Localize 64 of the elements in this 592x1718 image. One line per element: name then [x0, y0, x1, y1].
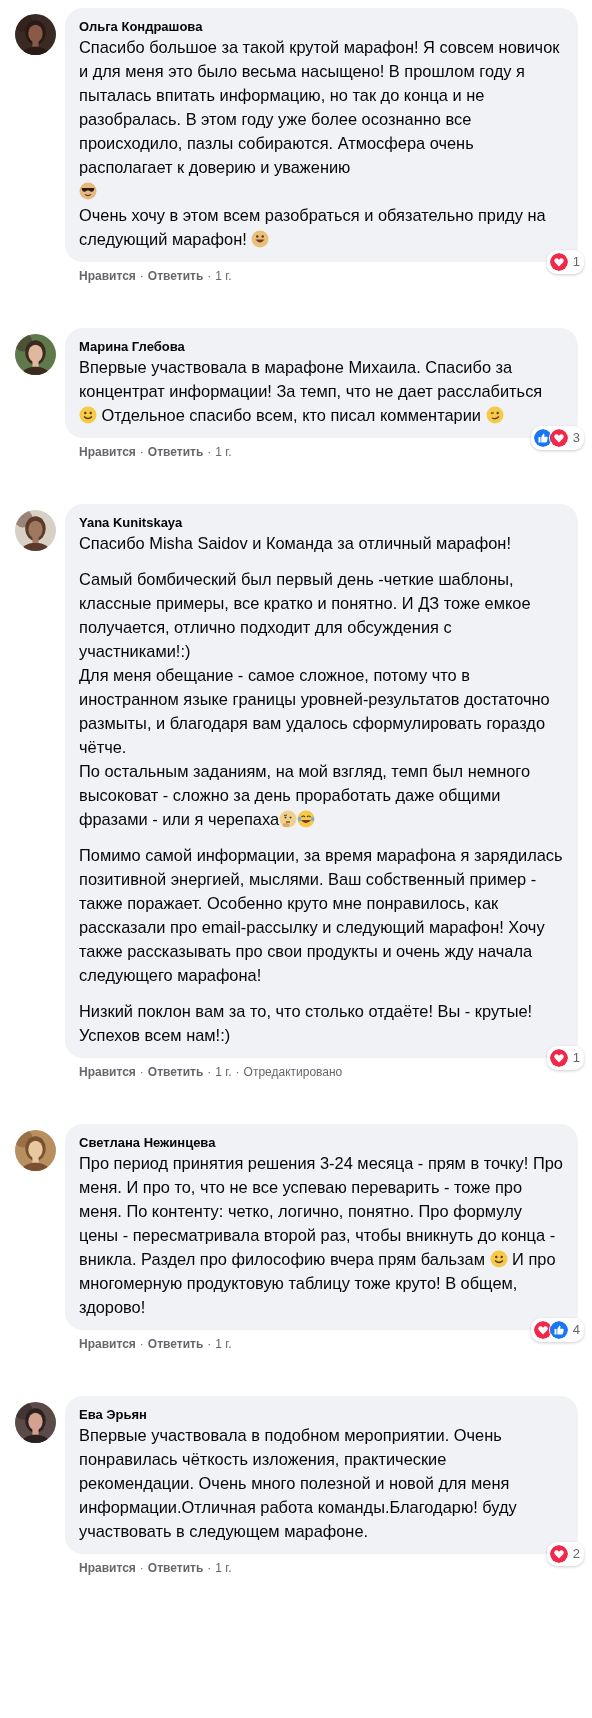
reaction-badge[interactable]: 1 [546, 1046, 584, 1070]
heart-icon [548, 1544, 569, 1564]
separator-dot: · [207, 1336, 212, 1352]
comment-text: Впервые участвовала в марафоне Михаила. Спасибо за концентрат информации! За темп, что не дает расслабиться Отдельное спасибо всем, кто писал комментарии [79, 357, 544, 426]
reply-link[interactable]: Ответить [147, 444, 204, 460]
reaction-count: 1 [572, 1049, 580, 1067]
timestamp: 1 г. [215, 1560, 232, 1576]
reaction-badge[interactable]: 1 [546, 250, 584, 274]
like-link[interactable]: Нравится [79, 1560, 136, 1576]
comment-text: Низкий поклон вам за то, что столько отдаёте! Вы - крутые! Успехов всем нам!:) [79, 1001, 534, 1046]
reply-link[interactable]: Ответить [147, 1336, 204, 1352]
separator-dot: · [235, 1064, 240, 1080]
reaction-count: 1 [572, 253, 580, 271]
reaction-badge[interactable]: 2 [546, 1542, 584, 1566]
smiley-icon [489, 1250, 508, 1268]
like-link[interactable]: Нравится [79, 1336, 136, 1352]
smiley-icon [79, 406, 97, 424]
reaction-badge[interactable]: 3 [530, 426, 584, 450]
timestamp: 1 г. [215, 1064, 232, 1080]
separator-dot: · [139, 1336, 144, 1352]
comment-text: Впервые участвовала в подобном мероприятии. Очень понравилась чёткость изложения, практические рекомендации. Очень много полезной и новой для меня информации.Отличная работа команды.Благодарю! буду участвовать в следующем марафоне. [79, 1425, 518, 1542]
separator-dot: · [139, 444, 144, 460]
reaction-count: 3 [572, 429, 580, 447]
sunglasses-icon [79, 182, 97, 200]
like-link[interactable]: Нравится [79, 1064, 136, 1080]
separator-dot: · [139, 268, 144, 284]
reaction-count: 2 [572, 1545, 580, 1563]
author-name[interactable]: Ольга Кондрашова [79, 18, 203, 35]
heart-icon [548, 1048, 569, 1068]
separator-dot: · [139, 1064, 144, 1080]
reaction-badge[interactable]: 4 [530, 1318, 584, 1342]
grinning-icon [251, 230, 270, 248]
comment-text: Спасибо Misha Saidov и Команда за отличный марафон! [79, 533, 512, 554]
like-link[interactable]: Нравится [79, 268, 136, 284]
author-name[interactable]: Марина Глебова [79, 338, 185, 355]
edited-label: Отредактировано [243, 1064, 343, 1080]
author-name[interactable]: Ева Эрьян [79, 1406, 147, 1423]
timestamp: 1 г. [215, 1336, 232, 1352]
reply-link[interactable]: Ответить [147, 268, 204, 284]
author-name[interactable]: Yana Kunitskaya [79, 514, 183, 531]
comment-text: Про период принятия решения 3-24 месяца - прям в точку! Про меня. И про то, что не все успеваю переварить - тоже про меня. По контенту: четко, логично, понятно. Про формулу цены - пересматривала второй раз, чтобы вникнуть до конца - вникла. Раздел про философию вчера прям бальзам И про многомерную продуктовую таблицу тоже круто! В общем, здорово! [79, 1153, 564, 1318]
thinking-icon [279, 810, 298, 828]
separator-dot: · [207, 444, 212, 460]
comment-text: Помимо самой информации, за время марафона я зарядилась позитивной энергией, мыслями. Ваш собственный пример - также поражает. Особенно круто мне понравилось, как рассказали про email-рассылку и следующий марафон! Хочу также рассказывать про свои продукты и очень жду начала следующего марафона! [79, 845, 564, 986]
heart-icon [532, 1320, 553, 1340]
heart-icon [548, 428, 569, 448]
heart-icon [548, 252, 569, 272]
reply-link[interactable]: Ответить [147, 1064, 204, 1080]
reply-link[interactable]: Ответить [147, 1560, 204, 1576]
thumbs-up-icon [548, 1320, 569, 1340]
author-name[interactable]: Светлана Нежинцева [79, 1134, 216, 1151]
comment-text: Спасибо большое за такой крутой марафон! Я совсем новичок и для меня это было весьма насыщено! В прошлом году я пыталась впитать информацию, но так до конца и не разобралась. В этом году уже более осознанно все происходило, пазлы собираются. Атмосфера очень располагает к доверию и уважению Очень хочу в этом всем разобраться и обязательно приду на следующий марафон! [79, 37, 561, 250]
timestamp: 1 г. [215, 268, 232, 284]
separator-dot: · [139, 1560, 144, 1576]
laughing-icon [297, 810, 316, 828]
timestamp: 1 г. [215, 444, 232, 460]
thumbs-up-icon [532, 428, 553, 448]
comment-text: Самый бомбический был первый день -четкие шаблоны, классные примеры, все кратко и понятно. И ДЗ тоже емкое получается, отлично подходит для обсуждения с участниками!:) Для меня обещание - самое сложное, потому что в иностранном языке границы уровней-результатов достаточно размыты, и благодаря вам удалось сформулировать гораздо чётче. По остальным заданиям, на мой взгляд, темп был немного высоковат - сложно за день проработать даже общими фразами - или я черепаха [79, 569, 551, 830]
separator-dot: · [207, 1560, 212, 1576]
like-link[interactable]: Нравится [79, 444, 136, 460]
separator-dot: · [207, 268, 212, 284]
reaction-count: 4 [572, 1321, 580, 1339]
separator-dot: · [207, 1064, 212, 1080]
wink-icon [485, 406, 504, 424]
